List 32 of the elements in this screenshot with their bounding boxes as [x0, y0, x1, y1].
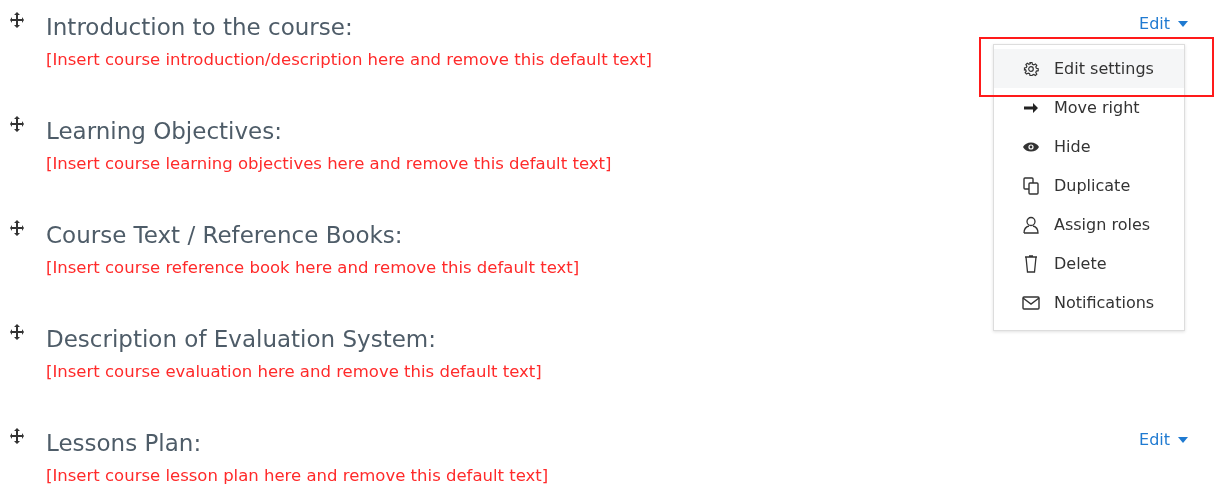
menu-item[interactable]: Assign roles: [994, 205, 1184, 244]
menu-item[interactable]: Duplicate: [994, 166, 1184, 205]
section-title: Course Text / Reference Books:: [46, 221, 403, 250]
section-description: [Insert course lesson plan here and remove this default text]: [46, 466, 549, 485]
section-description: [Insert course evaluation here and remove this default text]: [46, 362, 542, 381]
menu-item[interactable]: Move right: [994, 88, 1184, 127]
user-icon: [1022, 215, 1040, 234]
envelope-icon: [1022, 295, 1040, 310]
move-icon[interactable]: [10, 116, 24, 132]
section-title: Learning Objectives:: [46, 117, 282, 146]
move-icon[interactable]: [10, 324, 24, 340]
menu-item[interactable]: Delete: [994, 244, 1184, 283]
section-title: Lessons Plan:: [46, 429, 202, 458]
trash-icon: [1024, 254, 1038, 273]
menu-item[interactable]: Edit settings: [994, 49, 1184, 88]
move-icon[interactable]: [10, 12, 24, 28]
menu-item[interactable]: Hide: [994, 127, 1184, 166]
gear-icon: [1023, 60, 1039, 77]
caret-icon: [1178, 20, 1188, 27]
caret-icon: [1178, 436, 1188, 443]
menu-item[interactable]: Notifications: [994, 283, 1184, 322]
edit-menu-link[interactable]: Edit: [1139, 430, 1188, 449]
copy-icon: [1023, 176, 1039, 195]
section-description: [Insert course learning objectives here and remove this default text]: [46, 154, 612, 173]
edit-menu-link[interactable]: Edit: [1139, 14, 1188, 33]
section-description: [Insert course introduction/description here and remove this default text]: [46, 50, 652, 69]
section-description: [Insert course reference book here and remove this default text]: [46, 258, 580, 277]
eye-icon: [1022, 140, 1040, 153]
move-icon[interactable]: [10, 428, 24, 444]
section-title: Introduction to the course:: [46, 13, 353, 42]
section-title: Description of Evaluation System:: [46, 325, 436, 354]
move-icon[interactable]: [10, 220, 24, 236]
